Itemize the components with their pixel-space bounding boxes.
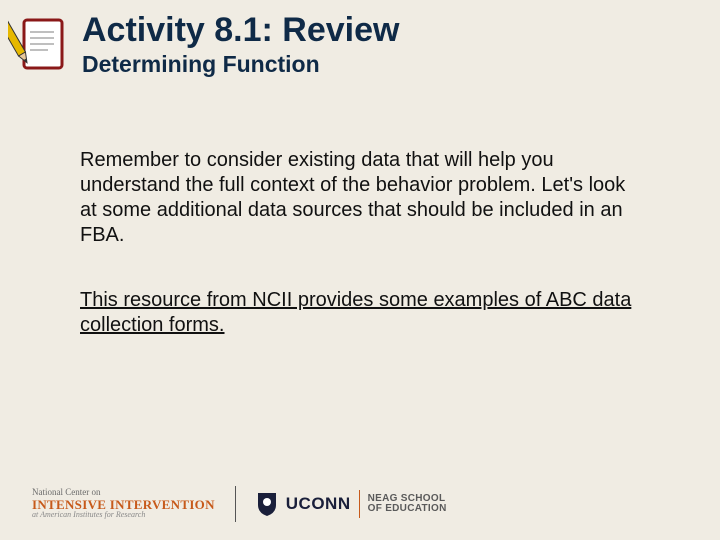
footer-divider-icon [235, 486, 236, 522]
slide-title: Activity 8.1: Review [82, 12, 399, 49]
slide-footer: National Center on INTENSIVE INTERVENTIO… [32, 486, 688, 522]
ncii-line3: at American Institutes for Research [32, 511, 215, 519]
resource-link-text[interactable]: This resource from NCII provides some ex… [80, 288, 640, 338]
uconn-shield-icon [256, 491, 278, 517]
ncii-line2: INTENSIVE INTERVENTION [32, 498, 215, 512]
slide-header: Activity 8.1: Review Determining Functio… [0, 0, 720, 78]
uconn-name: UCONN [286, 494, 351, 514]
title-block: Activity 8.1: Review Determining Functio… [82, 10, 399, 78]
body-paragraph-1: Remember to consider existing data that … [80, 148, 640, 248]
uconn-logo: UCONN NEAG SCHOOL OF EDUCATION [256, 490, 447, 518]
slide-body: Remember to consider existing data that … [0, 78, 720, 338]
ncii-logo: National Center on INTENSIVE INTERVENTIO… [32, 488, 215, 519]
uconn-divider-icon [359, 490, 360, 518]
slide-subtitle: Determining Function [82, 51, 399, 78]
pencil-paper-icon [8, 10, 76, 78]
neag-school: NEAG SCHOOL OF EDUCATION [368, 494, 447, 514]
neag-line2: OF EDUCATION [368, 504, 447, 514]
